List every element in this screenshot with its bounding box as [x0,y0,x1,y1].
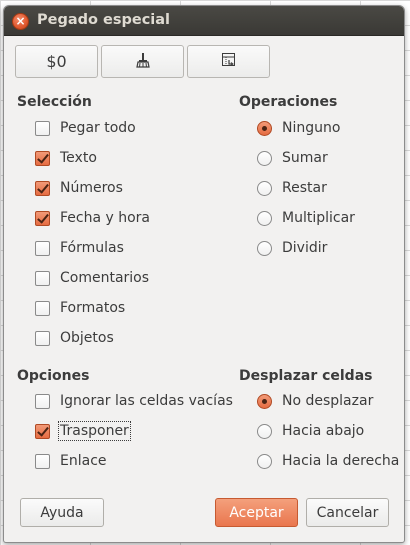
seleccion-option-label: Formatos [60,300,126,316]
opciones-option[interactable]: Ignorar las celdas vacías [35,391,233,411]
checkbox[interactable] [35,210,50,226]
paste-special-icon [221,52,237,72]
seleccion-option[interactable]: Texto [35,148,97,168]
operaciones-option[interactable]: Dividir [257,238,327,258]
checkbox[interactable] [35,180,50,196]
checkbox[interactable] [35,393,50,409]
operaciones-option-label: Ninguno [282,120,341,136]
seleccion-option-label: Texto [60,150,97,166]
desplazar-option-label: No desplazar [282,393,374,409]
radio-button[interactable] [257,240,272,256]
seleccion-title: Selección [17,94,92,110]
dialog-title: Pegado especial [37,12,171,28]
checkbox[interactable] [35,120,50,136]
checkbox[interactable] [35,150,50,166]
checkbox[interactable] [35,453,50,469]
seleccion-option[interactable]: Números [35,178,123,198]
paintbrush-icon [135,52,151,72]
operaciones-option[interactable]: Multiplicar [257,208,355,228]
seleccion-option-label: Fecha y hora [60,210,151,226]
opciones-option-label: Ignorar las celdas vacías [60,393,233,409]
seleccion-option-label: Objetos [60,330,114,346]
seleccion-option-label: Comentarios [60,270,150,286]
formats-only-button[interactable] [101,45,184,78]
close-icon[interactable]: × [12,13,29,30]
opciones-title: Opciones [17,368,90,384]
operaciones-option-label: Sumar [282,150,328,166]
operaciones-option[interactable]: Restar [257,178,327,198]
checkbox[interactable] [35,423,50,439]
help-button[interactable]: Ayuda [20,498,104,527]
checkbox[interactable] [35,240,50,256]
values-only-button[interactable]: $0 [15,45,98,78]
ok-button[interactable]: Aceptar [215,498,298,527]
checkbox[interactable] [35,300,50,316]
opciones-option-label: Enlace [60,453,107,469]
desplazar-title: Desplazar celdas [239,368,373,384]
paste-special-dialog: × Pegado especial $0 Selección Pegar tod… [3,5,405,543]
radio-button[interactable] [257,180,272,196]
desplazar-option[interactable]: Hacia abajo [257,421,364,441]
seleccion-option[interactable]: Fecha y hora [35,208,150,228]
desplazar-option-label: Hacia abajo [282,423,365,439]
seleccion-option-label: Fórmulas [60,240,124,256]
transpose-all-button[interactable] [187,45,270,78]
radio-button[interactable] [257,423,272,439]
radio-button[interactable] [257,120,272,136]
operaciones-title: Operaciones [239,94,338,110]
radio-button[interactable] [257,210,272,226]
seleccion-option-label: Números [60,180,123,196]
opciones-option-label: Trasponer [58,421,131,441]
operaciones-option-label: Dividir [282,240,328,256]
title-bar: × Pegado especial [4,6,404,36]
opciones-option[interactable]: Enlace [35,451,107,471]
radio-button[interactable] [257,393,272,409]
seleccion-option[interactable]: Fórmulas [35,238,124,258]
seleccion-option[interactable]: Formatos [35,298,125,318]
operaciones-option-label: Restar [282,180,327,196]
seleccion-option[interactable]: Pegar todo [35,118,136,138]
operaciones-option[interactable]: Sumar [257,148,328,168]
checkbox[interactable] [35,270,50,286]
desplazar-option[interactable]: Hacia la derecha [257,451,399,471]
radio-button[interactable] [257,453,272,469]
opciones-option[interactable]: Trasponer [35,421,131,441]
values-only-label: $0 [46,52,67,71]
operaciones-option[interactable]: Ninguno [257,118,340,138]
seleccion-option[interactable]: Comentarios [35,268,149,288]
seleccion-option[interactable]: Objetos [35,328,114,348]
cancel-button[interactable]: Cancelar [306,498,389,527]
seleccion-option-label: Pegar todo [60,120,136,136]
operaciones-option-label: Multiplicar [282,210,355,226]
checkbox[interactable] [35,330,50,346]
desplazar-option-label: Hacia la derecha [282,453,400,469]
desplazar-option[interactable]: No desplazar [257,391,373,411]
radio-button[interactable] [257,150,272,166]
